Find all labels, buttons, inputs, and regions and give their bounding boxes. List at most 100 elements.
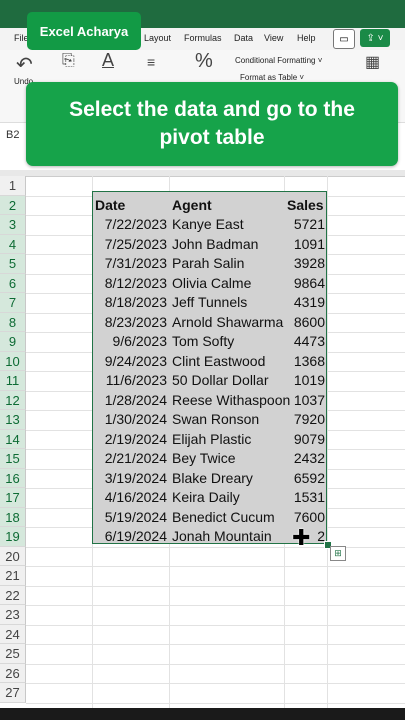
paste-icon[interactable]: ⎘ <box>62 52 75 70</box>
table-cell[interactable]: 4/16/2024 <box>95 488 167 508</box>
table-cell[interactable]: 8600 <box>287 313 325 333</box>
row-header[interactable]: 6 <box>0 273 26 293</box>
table-cell[interactable]: Bey Twice <box>172 449 284 469</box>
row-header[interactable]: 13 <box>0 410 26 430</box>
table-cell[interactable]: Olivia Calme <box>172 274 284 294</box>
table-cell[interactable]: Blake Dreary <box>172 469 284 489</box>
table-cell[interactable]: Clint Eastwood <box>172 352 284 372</box>
table-cell[interactable]: 9864 <box>287 274 325 294</box>
row-gridline <box>26 585 405 587</box>
table-header-cell[interactable]: Sales <box>287 196 325 216</box>
row-header[interactable]: 12 <box>0 390 26 410</box>
row-header[interactable]: 11 <box>0 371 26 391</box>
table-cell[interactable]: 7/31/2023 <box>95 254 167 274</box>
table-cell[interactable]: Parah Salin <box>172 254 284 274</box>
table-cell[interactable]: 2432 <box>287 449 325 469</box>
row-header[interactable]: 22 <box>0 585 26 605</box>
table-header-cell[interactable]: Date <box>95 196 167 216</box>
row-header[interactable]: 26 <box>0 663 26 683</box>
table-cell[interactable]: 1/30/2024 <box>95 410 167 430</box>
table-cell[interactable]: Arnold Shawarma <box>172 313 284 333</box>
table-cell[interactable]: Jonah Mountain <box>172 527 284 547</box>
table-cell[interactable]: 50 Dollar Dollar <box>172 371 284 391</box>
row-header[interactable]: 16 <box>0 468 26 488</box>
row-header[interactable]: 17 <box>0 488 26 508</box>
table-cell[interactable]: Tom Softy <box>172 332 284 352</box>
cells-icon[interactable]: ▦ <box>365 52 380 72</box>
undo-icon[interactable]: ↶ <box>16 52 33 77</box>
table-cell[interactable]: 9/6/2023 <box>95 332 168 352</box>
menu-view[interactable]: View <box>264 33 283 43</box>
row-header[interactable]: 23 <box>0 605 26 625</box>
table-cell[interactable]: Jeff Tunnels <box>172 293 284 313</box>
row-header[interactable]: 10 <box>0 351 26 371</box>
table-cell[interactable]: 7920 <box>287 410 325 430</box>
menu-data[interactable]: Data <box>234 33 253 43</box>
table-cell[interactable]: 9079 <box>287 430 325 450</box>
menu-formulas[interactable]: Formulas <box>184 33 222 43</box>
row-header[interactable]: 1 <box>0 176 26 196</box>
row-header[interactable]: 21 <box>0 566 26 586</box>
row-header[interactable]: 14 <box>0 429 26 449</box>
table-cell[interactable]: 4319 <box>287 293 325 313</box>
row-header[interactable]: 24 <box>0 624 26 644</box>
table-cell[interactable]: Benedict Cucum <box>172 508 284 528</box>
table-cell[interactable]: Elijah Plastic <box>172 430 284 450</box>
quick-analysis-icon[interactable]: ⊞ <box>330 546 346 561</box>
table-cell[interactable]: 11/6/2023 <box>95 371 167 391</box>
table-header-cell[interactable]: Agent <box>172 196 284 216</box>
table-cell[interactable]: 8/12/2023 <box>95 274 167 294</box>
format-as-table-button[interactable]: Format as Table ˅ <box>240 73 304 82</box>
row-header[interactable]: 19 <box>0 527 26 547</box>
table-cell[interactable]: Reese Withaspoon <box>172 391 290 411</box>
table-cell[interactable]: 1037 <box>287 391 325 411</box>
table-cell[interactable]: 2/19/2024 <box>95 430 167 450</box>
table-cell[interactable]: 1368 <box>287 352 325 372</box>
table-cell[interactable]: 5721 <box>287 215 325 235</box>
row-header[interactable]: 18 <box>0 507 26 527</box>
percent-icon[interactable]: % <box>195 50 213 73</box>
table-cell[interactable]: 1019 <box>287 371 325 391</box>
banner-text: Select the data and go to the pivot tabl… <box>69 98 355 149</box>
align-icon[interactable]: ≡ <box>147 54 155 70</box>
row-header[interactable]: 7 <box>0 293 26 313</box>
table-cell[interactable]: 5/19/2024 <box>95 508 167 528</box>
table-cell[interactable]: 6/19/2024 <box>95 527 167 547</box>
row-header[interactable]: 5 <box>0 254 26 274</box>
instruction-banner: Select the data and go to the pivot tabl… <box>26 82 398 166</box>
row-header[interactable]: 4 <box>0 234 26 254</box>
comment-icon[interactable]: ▭ <box>333 29 355 49</box>
table-cell[interactable]: Keira Daily <box>172 488 284 508</box>
table-cell[interactable]: Kanye East <box>172 215 284 235</box>
row-header[interactable]: 8 <box>0 312 26 332</box>
table-cell[interactable]: 4473 <box>287 332 325 352</box>
row-header[interactable]: 2 <box>0 195 26 215</box>
row-header[interactable]: 9 <box>0 332 26 352</box>
table-cell[interactable]: 7/25/2023 <box>95 235 167 255</box>
table-cell[interactable]: 2/21/2024 <box>95 449 167 469</box>
table-cell[interactable]: 8/23/2023 <box>95 313 167 333</box>
row-header[interactable]: 15 <box>0 449 26 469</box>
font-color-icon[interactable]: A <box>102 50 114 71</box>
excel-window: File Layout Formulas Data View Help Exce… <box>0 0 405 720</box>
table-cell[interactable]: 8/18/2023 <box>95 293 167 313</box>
table-cell[interactable]: John Badman <box>172 235 284 255</box>
row-header[interactable]: 27 <box>0 683 26 703</box>
conditional-formatting-button[interactable]: Conditional Formatting ˅ <box>235 56 322 65</box>
table-cell[interactable]: 3928 <box>287 254 325 274</box>
table-cell[interactable]: 3/19/2024 <box>95 469 167 489</box>
table-cell[interactable]: 1531 <box>287 488 325 508</box>
row-header[interactable]: 3 <box>0 215 26 235</box>
table-cell[interactable]: 6592 <box>287 469 325 489</box>
menu-page-layout[interactable]: Layout <box>144 33 171 43</box>
row-header[interactable]: 20 <box>0 546 26 566</box>
table-cell[interactable]: Swan Ronson <box>172 410 284 430</box>
table-cell[interactable]: 1091 <box>287 235 325 255</box>
row-gridline <box>26 644 405 645</box>
menu-help[interactable]: Help <box>297 33 316 43</box>
row-header[interactable]: 25 <box>0 644 26 664</box>
table-cell[interactable]: 7/22/2023 <box>95 215 167 235</box>
table-cell[interactable]: 1/28/2024 <box>95 391 167 411</box>
table-cell[interactable]: 9/24/2023 <box>95 352 167 372</box>
share-button[interactable]: ⇪ ˅ <box>360 29 390 47</box>
